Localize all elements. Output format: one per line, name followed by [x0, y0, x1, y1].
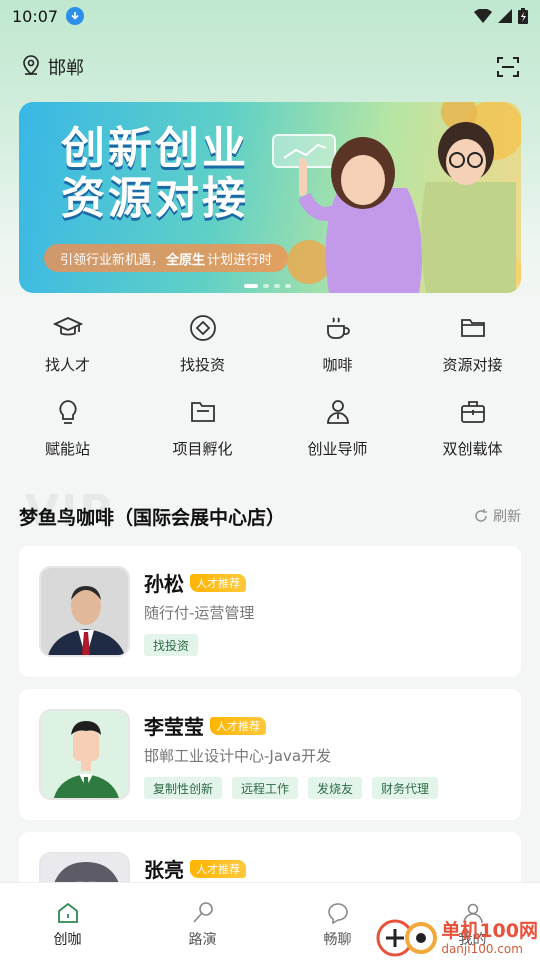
menu-item-label: 找人才: [44, 356, 90, 374]
folder-icon: [457, 312, 489, 344]
scan-icon[interactable]: [496, 55, 520, 79]
home-icon: [57, 902, 78, 923]
nav-tab-roadshow[interactable]: 路演: [135, 883, 270, 960]
banner-subtitle: 引领行业新机遇， 全原生 计划进行时: [44, 244, 289, 272]
watermark-text: 单机100网 danji100.com: [441, 920, 538, 956]
menu-item-label: 资源对接: [442, 356, 503, 374]
status-bar: 10:07: [0, 0, 540, 32]
tag[interactable]: 远程工作: [232, 777, 299, 799]
person-name[interactable]: 孙松: [144, 568, 184, 597]
banner-dot[interactable]: [285, 284, 291, 288]
download-icon: [66, 7, 85, 25]
status-time: 10:07: [12, 6, 59, 26]
banner-subtitle-post: 计划进行时: [207, 252, 273, 268]
location-pin-icon[interactable]: [20, 54, 42, 80]
menu-item-innovation-carrier[interactable]: 双创载体: [405, 396, 540, 460]
menu-item-coffee[interactable]: 咖啡: [270, 312, 405, 376]
menu-item-label: 找投资: [179, 356, 225, 374]
banner-boy-illustration: [421, 122, 516, 293]
banner-pagination: [244, 284, 291, 288]
refresh-icon: [475, 509, 487, 522]
nav-label: 路演: [188, 932, 217, 948]
briefcase-icon: [457, 396, 489, 428]
graduation-cap-icon: [52, 312, 84, 344]
nav-tab-chuangka[interactable]: 创咖: [0, 883, 135, 960]
nav-label: 畅聊: [323, 932, 352, 948]
avatar: [39, 709, 130, 800]
coffee-cup-icon: [322, 312, 354, 344]
location-city[interactable]: 邯郸: [48, 54, 84, 80]
menu-item-find-talent[interactable]: 找人才: [0, 312, 135, 376]
tag[interactable]: 发烧友: [308, 777, 363, 799]
open-folder-icon: [187, 396, 219, 428]
menu-item-startup-mentor[interactable]: 创业导师: [270, 396, 405, 460]
recommend-badge: 人才推荐: [190, 859, 246, 878]
watermark-url: danji100.com: [441, 942, 523, 956]
menu-item-label: 创业导师: [307, 440, 368, 458]
venue-title: 梦鱼鸟咖啡（国际会展中心店）: [19, 506, 286, 529]
chat-bubble-icon: [327, 903, 348, 925]
section-header: VIP 梦鱼鸟咖啡（国际会展中心店） 刷新: [19, 486, 521, 537]
banner-dot[interactable]: [263, 284, 269, 288]
banner-girl-illustration: [299, 137, 423, 293]
menu-item-label: 双创载体: [442, 440, 503, 458]
tag-list: 复制性创新 远程工作 发烧友 财务代理: [144, 777, 439, 799]
banner-subtitle-pre: 引领行业新机遇，: [60, 252, 165, 268]
person-role: 邯郸工业设计中心-Java开发: [144, 747, 332, 765]
talent-card[interactable]: 李莹莹 人才推荐 邯郸工业设计中心-Java开发 复制性创新 远程工作 发烧友 …: [19, 689, 521, 820]
tag[interactable]: 财务代理: [372, 777, 439, 799]
name-row: 孙松 人才推荐: [144, 568, 246, 597]
feature-grid: 找人才 找投资 咖啡 资源对接 赋能站 项目孵化 创业导师 双创载体: [0, 312, 540, 460]
banner-title-line2: 资源对接: [61, 173, 249, 224]
banner-dot[interactable]: [244, 284, 258, 288]
menu-item-label: 赋能站: [44, 440, 90, 458]
location-row: 邯郸: [20, 52, 520, 82]
recommend-badge: 人才推荐: [190, 573, 246, 592]
menu-item-label: 项目孵化: [172, 440, 233, 458]
banner-dot[interactable]: [274, 284, 280, 288]
wifi-icon: [474, 9, 492, 23]
tag[interactable]: 复制性创新: [144, 777, 223, 799]
banner-title-line1: 创新创业: [61, 123, 249, 174]
menu-item-label: 咖啡: [322, 356, 353, 374]
microphone-icon: [192, 902, 213, 923]
banner-subtitle-bold: 全原生: [166, 252, 206, 268]
menu-item-empower-station[interactable]: 赋能站: [0, 396, 135, 460]
nav-label: 创咖: [53, 932, 82, 948]
menu-item-project-incubation[interactable]: 项目孵化: [135, 396, 270, 460]
menu-item-resource-matching[interactable]: 资源对接: [405, 312, 540, 376]
menu-item-find-investment[interactable]: 找投资: [135, 312, 270, 376]
coin-icon: [187, 312, 219, 344]
person-name[interactable]: 李莹莹: [144, 711, 204, 740]
name-row: 张亮 人才推荐: [144, 854, 246, 883]
refresh-label: 刷新: [493, 509, 521, 525]
signal-icon: [498, 9, 512, 23]
refresh-button[interactable]: 刷新: [473, 506, 521, 526]
avatar: [39, 566, 130, 657]
banner-title: 创新创业 资源对接: [61, 124, 249, 224]
mentor-icon: [322, 396, 354, 428]
tag[interactable]: 找投资: [144, 634, 199, 656]
person-role: 随行付-运营管理: [144, 604, 255, 622]
watermark-logo-icon: [376, 919, 438, 957]
site-watermark: 单机100网 danji100.com: [375, 918, 538, 958]
name-row: 李莹莹 人才推荐: [144, 711, 266, 740]
battery-icon: [518, 8, 528, 24]
promo-banner[interactable]: 创新创业 资源对接 引领行业新机遇， 全原生 计划进行时: [19, 102, 521, 293]
tag-list: 找投资: [144, 634, 199, 656]
person-name[interactable]: 张亮: [144, 854, 184, 883]
watermark-brand: 单机100网: [441, 920, 538, 942]
lightbulb-icon: [52, 396, 84, 428]
recommend-badge: 人才推荐: [210, 716, 266, 735]
status-icons: [474, 8, 528, 24]
talent-card[interactable]: 孙松 人才推荐 随行付-运营管理 找投资: [19, 546, 521, 677]
